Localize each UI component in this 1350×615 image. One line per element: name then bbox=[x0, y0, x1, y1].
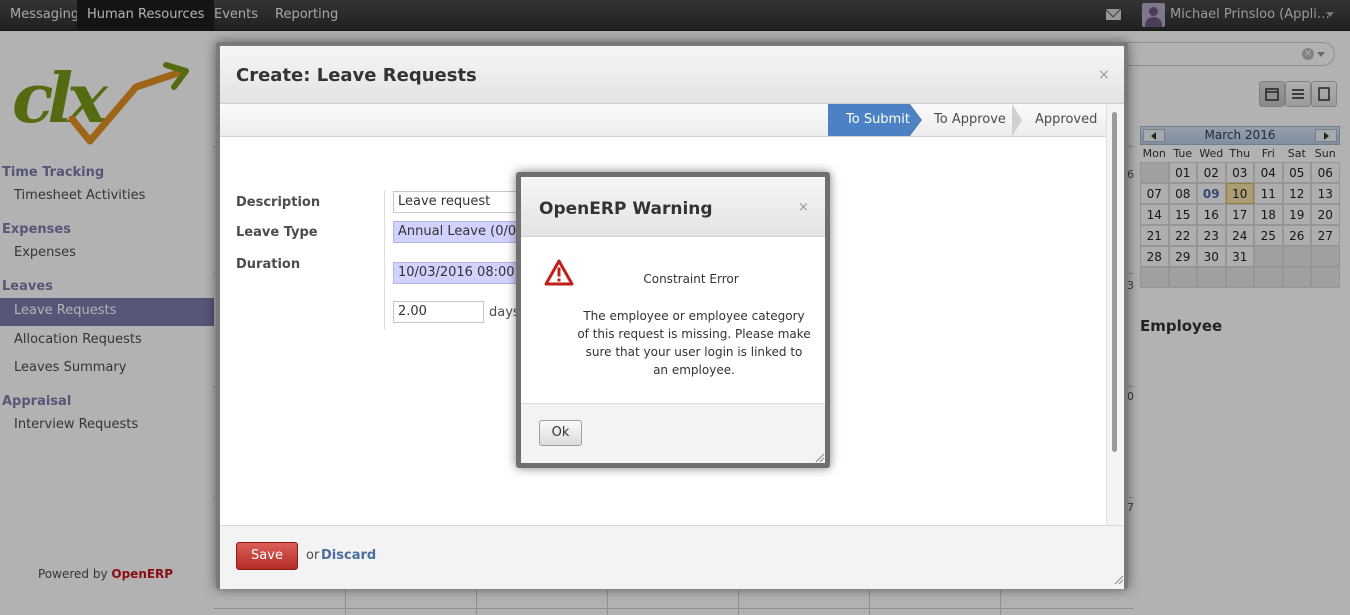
dialog-title-bar: Create: Leave Requests × bbox=[220, 46, 1124, 104]
duration-days-field[interactable]: 2.00 bbox=[393, 301, 484, 323]
warning-title-bar: OpenERP Warning × bbox=[521, 177, 825, 237]
dialog-scrollbar[interactable] bbox=[1106, 104, 1124, 525]
dialog-title: Create: Leave Requests bbox=[236, 65, 477, 86]
description-field[interactable]: Leave request bbox=[393, 191, 519, 213]
warning-footer: Ok bbox=[521, 403, 825, 463]
openerp-warning-dialog: OpenERP Warning × Constraint Error The e… bbox=[516, 172, 830, 468]
duration-start-field[interactable]: 10/03/2016 08:00:00 bbox=[393, 262, 519, 284]
warning-title: OpenERP Warning bbox=[539, 199, 713, 219]
stage-to-submit[interactable]: To Submit bbox=[828, 104, 910, 136]
duration-label: Duration bbox=[236, 257, 301, 272]
stage-to-approve[interactable]: To Approve bbox=[916, 104, 1012, 136]
warning-triangle-icon bbox=[544, 259, 574, 286]
status-bar: To Submit To Approve Approved bbox=[220, 104, 1106, 137]
form-separator bbox=[384, 190, 385, 330]
warning-subject: Constraint Error bbox=[643, 272, 739, 286]
scrollbar-thumb[interactable] bbox=[1112, 112, 1117, 452]
warning-message: The employee or employee category of thi… bbox=[577, 309, 811, 377]
stage-approved[interactable]: Approved bbox=[1017, 104, 1106, 136]
resize-grip-icon[interactable] bbox=[1114, 575, 1124, 585]
leave-type-field[interactable]: Annual Leave (0/0) bbox=[393, 221, 519, 243]
discard-button[interactable]: Discard bbox=[321, 548, 376, 563]
description-label: Description bbox=[236, 195, 321, 210]
ok-button[interactable]: Ok bbox=[539, 420, 582, 446]
dialog-footer: Save or Discard bbox=[220, 525, 1124, 589]
close-icon[interactable]: × bbox=[798, 200, 809, 215]
or-text: or bbox=[306, 548, 320, 563]
save-button[interactable]: Save bbox=[236, 542, 298, 570]
leave-type-label: Leave Type bbox=[236, 225, 318, 240]
close-icon[interactable]: × bbox=[1098, 67, 1110, 83]
resize-grip-icon[interactable] bbox=[815, 453, 825, 463]
